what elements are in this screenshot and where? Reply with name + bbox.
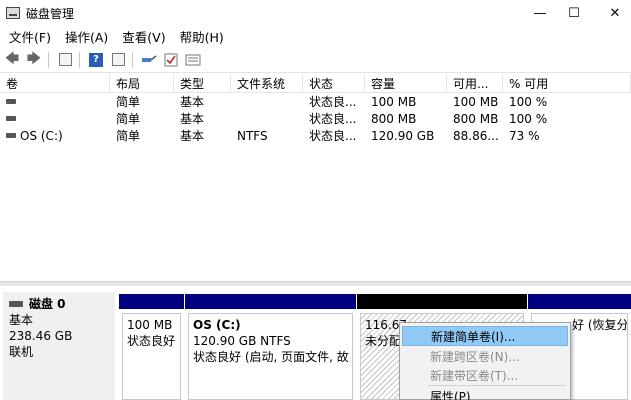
volume-capacity: 100 MB (371, 94, 417, 109)
partition-bar (185, 294, 356, 309)
forward-arrow-icon[interactable]: 🡆 (24, 50, 44, 70)
menu-item-properties[interactable]: 属性(P) (402, 386, 568, 400)
volume-icon (6, 99, 16, 104)
toolbar-divider (132, 51, 133, 68)
context-menu: 新建简单卷(I)... 新建跨区卷(N)... 新建带区卷(T)... 属性(P… (399, 322, 571, 400)
table-row[interactable]: 简单 基本 状态良... 100 MB 100 MB 100 % (0, 93, 631, 110)
disk-name: 磁盘 0 (29, 297, 66, 311)
volume-icon (6, 133, 16, 138)
volume-name: OS (C:) (20, 128, 63, 143)
column-header-percent-free[interactable]: % 可用 (503, 74, 631, 92)
menu-help[interactable]: 帮助(H) (175, 27, 229, 46)
volume-list: 卷 布局 类型 文件系统 状态 容量 可用... % 可用 简单 基本 状态良.… (0, 74, 631, 144)
disk-0-label[interactable]: 磁盘 0 基本 238.46 GB 联机 (3, 292, 115, 400)
partition-status: 状态良好 (127, 334, 176, 348)
volume-filesystem (231, 93, 303, 110)
volume-layout: 简单 (116, 112, 141, 126)
partition-os-c[interactable]: OS (C:) 120.90 GB NTFS 状态良好 (启动, 页面文件, 故 (185, 294, 356, 400)
toolbar-divider (48, 51, 49, 68)
menu-file[interactable]: 文件(F) (4, 27, 56, 46)
properties-icon[interactable] (108, 50, 128, 70)
column-header-filesystem[interactable]: 文件系统 (231, 74, 303, 92)
volume-status: 状态良... (309, 95, 357, 109)
partition-title: OS (C:) (193, 318, 241, 332)
partition-size: 100 MB (127, 318, 173, 332)
volume-layout: 简单 (116, 95, 141, 109)
partition-bar (528, 294, 631, 309)
volume-status: 状态良... (309, 112, 357, 126)
volume-filesystem (231, 110, 303, 127)
back-arrow-icon[interactable]: 🡄 (2, 50, 22, 70)
partition-status: 状态良好 (启动, 页面文件, 故 (193, 350, 349, 364)
disk-size: 238.46 GB (9, 329, 73, 343)
volume-percent-free: 100 % (509, 111, 548, 126)
volume-status: 状态良... (309, 129, 357, 143)
title-bar: 磁盘管理 — ☐ ✕ (0, 0, 631, 26)
volume-free: 800 MB (453, 111, 499, 126)
window-title: 磁盘管理 (26, 6, 75, 21)
settings-icon[interactable] (183, 50, 203, 70)
menu-item-new-striped-volume[interactable]: 新建带区卷(T)... (402, 365, 568, 385)
menu-action[interactable]: 操作(A) (60, 27, 113, 46)
partition-bar (119, 294, 184, 309)
menu-item-new-spanned-volume[interactable]: 新建跨区卷(N)... (402, 346, 568, 366)
partition-size: 120.90 GB NTFS (193, 334, 291, 348)
partition-bar (357, 294, 527, 309)
partition-efi[interactable]: 100 MB 状态良好 (119, 294, 184, 400)
menu-view[interactable]: 查看(V) (117, 27, 170, 46)
table-row[interactable]: 简单 基本 状态良... 800 MB 800 MB 100 % (0, 110, 631, 127)
partition-status: 好 (恢复分 (572, 318, 628, 332)
volume-layout: 简单 (116, 129, 141, 143)
toolbar-divider (79, 51, 80, 68)
volume-free: 88.86... (453, 128, 499, 143)
volume-free: 100 MB (453, 94, 499, 109)
column-header-volume[interactable]: 卷 (0, 74, 110, 92)
volume-filesystem: NTFS (237, 128, 268, 143)
console-tree-icon[interactable] (55, 50, 75, 70)
volume-type: 基本 (180, 129, 205, 143)
close-button[interactable]: ✕ (592, 0, 631, 26)
column-header-status[interactable]: 状态 (303, 74, 365, 92)
volume-type: 基本 (180, 95, 205, 109)
column-header-capacity[interactable]: 容量 (365, 74, 447, 92)
toolbar: 🡄 🡆 ? (0, 47, 631, 73)
connect-icon[interactable] (139, 50, 159, 70)
disk-type: 基本 (9, 313, 34, 327)
disk-status: 联机 (9, 345, 34, 359)
column-header-type[interactable]: 类型 (174, 74, 231, 92)
volume-icon (6, 116, 16, 121)
volume-capacity: 800 MB (371, 111, 417, 126)
volume-percent-free: 73 % (509, 128, 540, 143)
column-header-free[interactable]: 可用... (447, 74, 503, 92)
volume-percent-free: 100 % (509, 94, 548, 109)
table-row[interactable]: OS (C:) 简单 基本 NTFS 状态良... 120.90 GB 88.8… (0, 127, 631, 144)
check-icon[interactable] (161, 50, 181, 70)
menu-bar: 文件(F) 操作(A) 查看(V) 帮助(H) (0, 26, 631, 46)
maximize-button[interactable]: ☐ (551, 0, 597, 26)
column-header-layout[interactable]: 布局 (110, 74, 174, 92)
disk-icon (9, 301, 23, 307)
volume-type: 基本 (180, 112, 205, 126)
volume-capacity: 120.90 GB (371, 128, 435, 143)
volume-list-header: 卷 布局 类型 文件系统 状态 容量 可用... % 可用 (0, 74, 631, 93)
help-icon[interactable]: ? (86, 50, 106, 70)
disk-management-icon (6, 7, 20, 19)
menu-item-new-simple-volume[interactable]: 新建简单卷(I)... (402, 326, 568, 346)
